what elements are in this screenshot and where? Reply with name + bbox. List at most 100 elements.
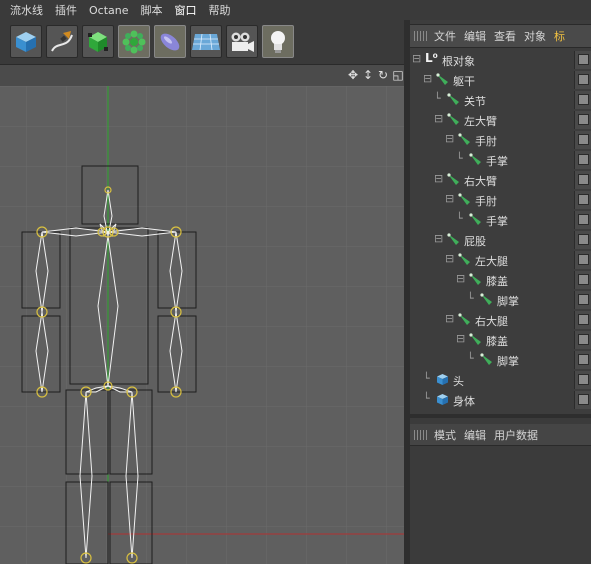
om-menu-view[interactable]: 查看 (494, 28, 524, 44)
tree-connector-icon[interactable]: └ (456, 212, 463, 225)
tree-connector-icon[interactable]: ⊟ (456, 272, 465, 285)
tree-connector-icon[interactable]: ⊟ (434, 112, 443, 125)
tree-connector-icon[interactable]: ⊟ (456, 332, 465, 345)
tree-item[interactable]: ⊟ 手肘 (410, 130, 591, 150)
tree-connector-icon[interactable]: └ (467, 352, 474, 365)
am-menu-edit[interactable]: 编辑 (464, 427, 494, 443)
tree-item[interactable]: ⊟ 左大臂 (410, 110, 591, 130)
tree-item[interactable]: ⊟ 膝盖 (410, 330, 591, 350)
visibility-column (574, 351, 591, 369)
array-button[interactable] (118, 25, 150, 58)
grip-icon[interactable] (414, 31, 428, 41)
tree-item[interactable]: └ 手掌 (410, 150, 591, 170)
tree-connector-icon[interactable]: └ (423, 372, 430, 385)
tree-item[interactable]: └ 头 (410, 370, 591, 390)
layer-toggle-icon[interactable] (578, 174, 589, 185)
am-menu-userdata[interactable]: 用户数据 (494, 427, 546, 443)
menu-pipeline[interactable]: 流水线 (0, 2, 49, 18)
pen-button[interactable] (46, 25, 78, 58)
tree-item[interactable]: ⊟ 右大腿 (410, 310, 591, 330)
menu-window[interactable]: 窗口 (169, 2, 203, 18)
tree-connector-icon[interactable]: └ (467, 292, 474, 305)
layer-toggle-icon[interactable] (578, 94, 589, 105)
visibility-column (574, 211, 591, 229)
layer-toggle-icon[interactable] (578, 394, 589, 405)
om-menu-file[interactable]: 文件 (434, 28, 464, 44)
layer-toggle-icon[interactable] (578, 274, 589, 285)
layer-toggle-icon[interactable] (578, 374, 589, 385)
layer-toggle-icon[interactable] (578, 354, 589, 365)
layer-toggle-icon[interactable] (578, 134, 589, 145)
tree-connector-icon[interactable]: ⊟ (445, 312, 454, 325)
layer-toggle-icon[interactable] (578, 114, 589, 125)
tree-item[interactable]: ⊟ 躯干 (410, 70, 591, 90)
tree-item[interactable]: ⊟ L⁰ 根对象 (410, 50, 591, 70)
tree-connector-icon[interactable]: └ (434, 92, 441, 105)
tree-item[interactable]: ⊟ 左大腿 (410, 250, 591, 270)
om-menu-tags[interactable]: 标 (554, 28, 573, 44)
tree-item-label: 左大腿 (475, 255, 508, 268)
tree-connector-icon[interactable]: ⊟ (423, 72, 432, 85)
zoom-view-icon[interactable]: ↕ (362, 68, 374, 82)
tree-item[interactable]: └ 关节 (410, 90, 591, 110)
deformer-icon (160, 33, 180, 50)
layer-toggle-icon[interactable] (578, 254, 589, 265)
layer-toggle-icon[interactable] (578, 194, 589, 205)
floor-button[interactable] (190, 25, 222, 58)
tree-connector-icon[interactable]: ⊟ (445, 132, 454, 145)
tree-connector-icon[interactable]: ⊟ (445, 192, 454, 205)
joint-icon (480, 293, 492, 305)
joint-icon (447, 173, 459, 185)
tree-connector-icon[interactable]: └ (423, 392, 430, 405)
deformer-button[interactable] (154, 25, 186, 58)
am-menu-mode[interactable]: 模式 (434, 427, 464, 443)
light-button[interactable] (262, 25, 294, 58)
menu-plugins[interactable]: 插件 (49, 2, 83, 18)
joint-icon (458, 313, 470, 325)
layer-toggle-icon[interactable] (578, 54, 589, 65)
tree-item[interactable]: └ 脚掌 (410, 290, 591, 310)
om-menu-object[interactable]: 对象 (524, 28, 554, 44)
tree-item[interactable]: └ 脚掌 (410, 350, 591, 370)
rotate-view-icon[interactable]: ↻ (377, 68, 389, 82)
cube-button[interactable] (10, 25, 42, 58)
tree-item[interactable]: └ 手掌 (410, 210, 591, 230)
tree-connector-icon[interactable]: ⊟ (434, 232, 443, 245)
tree-connector-icon[interactable]: └ (456, 152, 463, 165)
tree-item-label: 躯干 (453, 75, 475, 88)
layer-toggle-icon[interactable] (578, 314, 589, 325)
tree-item[interactable]: ⊟ 手肘 (410, 190, 591, 210)
camera-button[interactable] (226, 25, 258, 58)
layer-toggle-icon[interactable] (578, 214, 589, 225)
tree-item[interactable]: ⊟ 膝盖 (410, 270, 591, 290)
nurbs-button[interactable] (82, 25, 114, 58)
layer-toggle-icon[interactable] (578, 234, 589, 245)
grip-icon[interactable] (414, 429, 428, 440)
tree-item[interactable]: └ 身体 (410, 390, 591, 410)
layer-toggle-icon[interactable] (578, 74, 589, 85)
tree-connector-icon[interactable]: ⊟ (434, 172, 443, 185)
tree-item-label: 手肘 (475, 195, 497, 208)
move-view-icon[interactable]: ✥ (347, 68, 359, 82)
layer-toggle-icon[interactable] (578, 294, 589, 305)
om-menu-edit[interactable]: 编辑 (464, 28, 494, 44)
menu-octane[interactable]: Octane (83, 4, 135, 17)
menu-help[interactable]: 帮助 (203, 2, 237, 18)
visibility-column (574, 231, 591, 249)
3d-viewport[interactable] (0, 86, 404, 564)
visibility-column (574, 291, 591, 309)
null-object-icon: L⁰ (425, 51, 438, 65)
tree-connector-icon[interactable]: ⊟ (445, 252, 454, 265)
visibility-column (574, 331, 591, 349)
tree-item[interactable]: ⊟ 右大臂 (410, 170, 591, 190)
tree-item-label: 脚掌 (497, 355, 519, 368)
joint-icon (469, 273, 481, 285)
toggle-view-icon[interactable]: ◱ (392, 68, 404, 82)
tree-item[interactable]: ⊟ 屁股 (410, 230, 591, 250)
layer-toggle-icon[interactable] (578, 154, 589, 165)
tree-connector-icon[interactable]: ⊟ (412, 52, 421, 65)
joint-icon (480, 353, 492, 365)
menu-script[interactable]: 脚本 (135, 2, 169, 18)
joint-icon (469, 333, 481, 345)
layer-toggle-icon[interactable] (578, 334, 589, 345)
